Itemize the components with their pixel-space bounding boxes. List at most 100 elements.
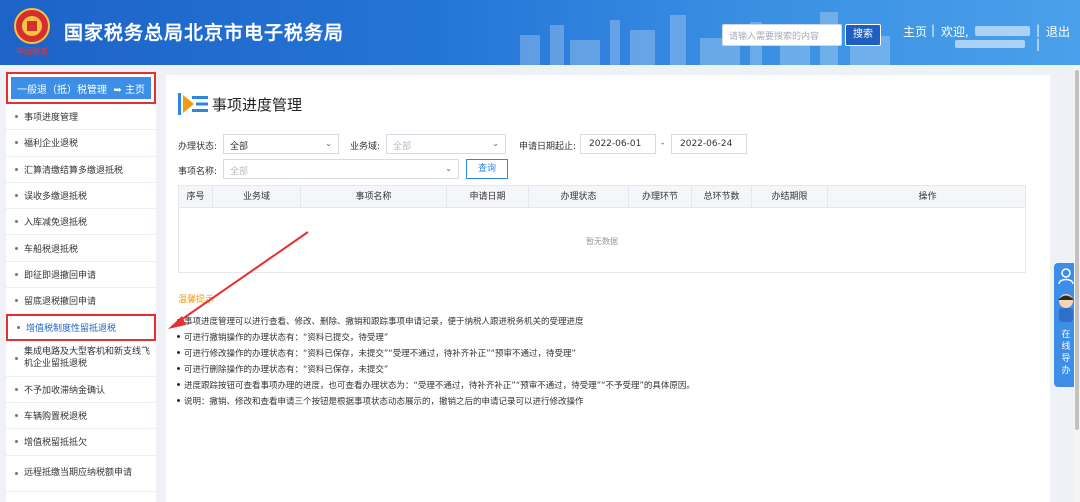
bullet-icon [15,194,18,198]
sidebar-item-label: 增值税制度性留抵退税 [26,324,117,335]
sidebar-item[interactable]: 即征即退撤回申请 [6,262,156,289]
item-name-label: 事项名称: [178,167,218,177]
column-header: 总环节数 [692,186,752,208]
status-select[interactable]: 全部 ⌄ [223,134,339,154]
domain-select[interactable]: 全部 ⌄ [386,134,506,154]
sidebar-item-label: 远程抵缴当期应纳税额申请 [24,468,133,479]
bullet-icon [15,220,18,224]
bullet-icon [15,141,18,145]
header-separator: | [931,23,936,37]
sidebar-menu: 事项进度管理 福利企业退税 汇算清缴结算多缴退抵税 误收多缴退抵税 入库减免退抵… [6,104,156,492]
sidebar-header[interactable]: 一般退（抵）税管理 ➥ 主页 [11,77,151,99]
status-label: 办理状态: [178,142,218,152]
tip-text: 可进行撤销操作的办理状态有：“资料已提交，待受理” [184,333,389,343]
search-input[interactable]: 请输入需要搜索的内容 [722,24,842,46]
tip-line: 可进行撤销操作的办理状态有：“资料已提交，待受理” [177,331,389,343]
bullet-icon [15,246,18,250]
welcome-text: 欢迎, [941,25,969,39]
sidebar-item[interactable]: 远程抵缴当期应纳税额申请 [6,456,156,492]
bullet-icon [15,440,18,444]
sidebar-item-label: 汇算清缴结算多缴退抵税 [24,165,124,176]
column-header: 序号 [179,186,213,208]
sidebar-item[interactable]: 误收多缴退抵税 [6,183,156,210]
page-title: 事项进度管理 [212,95,303,114]
bullet-icon [15,471,18,475]
sidebar-item-label: 集成电路及大型客机和新支线飞机企业留抵退税 [24,347,151,370]
sidebar-item[interactable]: 福利企业退税 [6,130,156,157]
bullet-icon [177,335,180,338]
sidebar-home-button[interactable]: ➥ 主页 [113,81,145,96]
chevron-down-icon: ⌄ [325,139,332,148]
main-panel: 事项进度管理 办理状态: 全部 ⌄ 业务域: 全部 ⌄ 申请日期起止: 2022… [166,75,1050,502]
chevron-down-icon: ⌄ [492,139,499,148]
date-from-input[interactable]: 2022-06-01 [580,134,656,154]
date-to-input[interactable]: 2022-06-24 [671,134,747,154]
bullet-icon [15,167,18,171]
search-button[interactable]: 搜索 [845,24,881,46]
sidebar-item[interactable]: 不予加收滞纳金确认 [6,377,156,403]
date-separator: - [661,139,665,149]
column-header: 业务域 [213,186,301,208]
sidebar-item[interactable]: 增值税留抵抵欠 [6,429,156,456]
online-guide-label: 在线导办 [1061,330,1071,376]
sidebar-item[interactable]: 车船税退抵税 [6,235,156,262]
column-header: 办理环节 [629,186,692,208]
sidebar-category-label: 一般退（抵）税管理 [17,84,107,96]
sidebar-item-label: 车船税退抵税 [24,244,79,255]
bullet-icon [15,299,18,303]
sidebar: 一般退（抵）税管理 ➥ 主页 事项进度管理 福利企业退税 汇算清缴结算多缴退抵税… [6,72,156,502]
column-header: 操作 [918,192,937,202]
sidebar-item[interactable]: 集成电路及大型客机和新支线飞机企业留抵退税 [6,341,156,377]
tip-line: 可进行删除操作的办理状态有：“资料已保存，未提交” [177,363,389,375]
tip-text: 可进行删除操作的办理状态有：“资料已保存，未提交” [184,365,389,375]
sidebar-item[interactable]: 入库减免退抵税 [6,209,156,236]
bullet-icon [15,272,18,276]
tip-text: 事项进度管理可以进行查看、修改、删除、撤销和跟踪事项申请记录，便于纳税人跟进税务… [184,317,584,327]
tips-title: 温馨提示 [178,295,215,305]
svg-text:中国税务: 中国税务 [16,46,48,56]
bullet-icon [177,319,180,322]
bullet-icon [15,356,18,360]
bullet-icon [177,367,180,370]
column-header: 申请日期 [447,186,529,208]
sidebar-item[interactable]: 汇算清缴结算多缴退抵税 [6,157,156,183]
tip-text: 可进行修改操作的办理状态有：“资料已保存，未提交”“受理不通过，待补齐补正”“预… [184,349,576,359]
bullet-icon [15,387,18,391]
domain-label: 业务域: [350,142,381,152]
column-header: 办结期限 [752,186,828,208]
bullet-icon [177,399,180,402]
sidebar-item-label: 增值税留抵抵欠 [24,438,88,449]
column-header: 办理状态 [529,186,629,208]
sidebar-item-active[interactable]: 增值税制度性留抵退税 [6,314,156,341]
top-header: 中国税务 国家税务总局北京市电子税务局 请输入需要搜索的内容 搜索 主页 | 欢… [0,0,1080,65]
tip-line: 可进行修改操作的办理状态有：“资料已保存，未提交”“受理不通过，待补齐补正”“预… [177,347,576,359]
tip-line: 说明：撤销、修改和查看申请三个按钮是根据事项状态动态展示的，撤销之后的申请记录可… [177,395,584,407]
sidebar-item[interactable]: 留底退税撤回申请 [6,288,156,315]
bullet-icon [177,383,180,386]
logout-link[interactable]: 退出 [1046,23,1070,40]
bullet-icon [17,326,20,330]
company-redacted [955,40,1025,48]
column-header: 事项名称 [301,186,447,208]
sidebar-item[interactable]: 事项进度管理 [6,104,156,131]
back-arrow-icon: ➥ [113,84,122,96]
sidebar-item-label: 事项进度管理 [24,113,79,124]
sidebar-item-label: 不予加收滞纳金确认 [24,385,106,396]
bullet-icon [177,351,180,354]
sidebar-item-label: 即征即退撤回申请 [24,270,97,281]
tip-line: 事项进度管理可以进行查看、修改、删除、撤销和跟踪事项申请记录，便于纳税人跟进税务… [177,315,584,327]
sidebar-home-label: 主页 [125,84,145,96]
empty-state-text: 暂无数据 [586,237,618,246]
tip-line: 进度跟踪按钮可查看事项办理的进度，也可查看办理状态为：“受理不通过，待补齐补正”… [177,379,695,391]
home-link[interactable]: 主页 [903,23,927,40]
sidebar-item-label: 福利企业退税 [24,139,79,150]
sidebar-item-label: 入库减免退抵税 [24,218,88,229]
item-name-select[interactable]: 全部 ⌄ [223,159,459,179]
scrollbar-thumb[interactable] [1075,70,1079,430]
query-button[interactable]: 查询 [466,159,508,179]
sidebar-item[interactable]: 车辆购置税退税 [6,403,156,430]
site-title: 国家税务总局北京市电子税务局 [64,22,345,44]
tax-emblem-logo: 中国税务 [14,8,50,56]
sidebar-item-label: 留底退税撤回申请 [24,297,97,308]
header-separator-3: | [1036,37,1041,51]
